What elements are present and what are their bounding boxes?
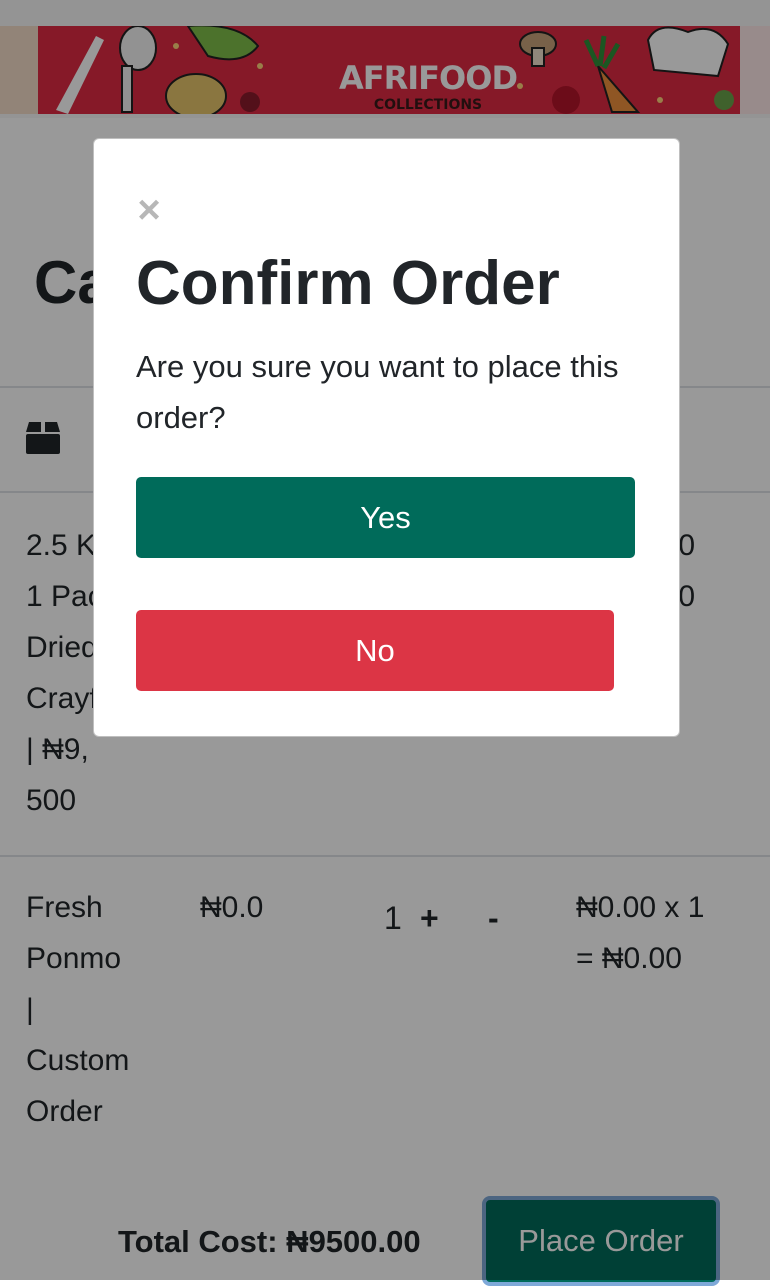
modal-message: Are you sure you want to place this orde… — [136, 349, 619, 435]
modal-title: Confirm Order — [136, 249, 560, 318]
confirm-yes-button[interactable]: Yes — [136, 477, 635, 558]
confirm-no-button[interactable]: No — [136, 610, 614, 691]
close-icon[interactable]: × — [134, 190, 164, 230]
confirm-order-modal: × Confirm Order Are you sure you want to… — [93, 138, 680, 737]
